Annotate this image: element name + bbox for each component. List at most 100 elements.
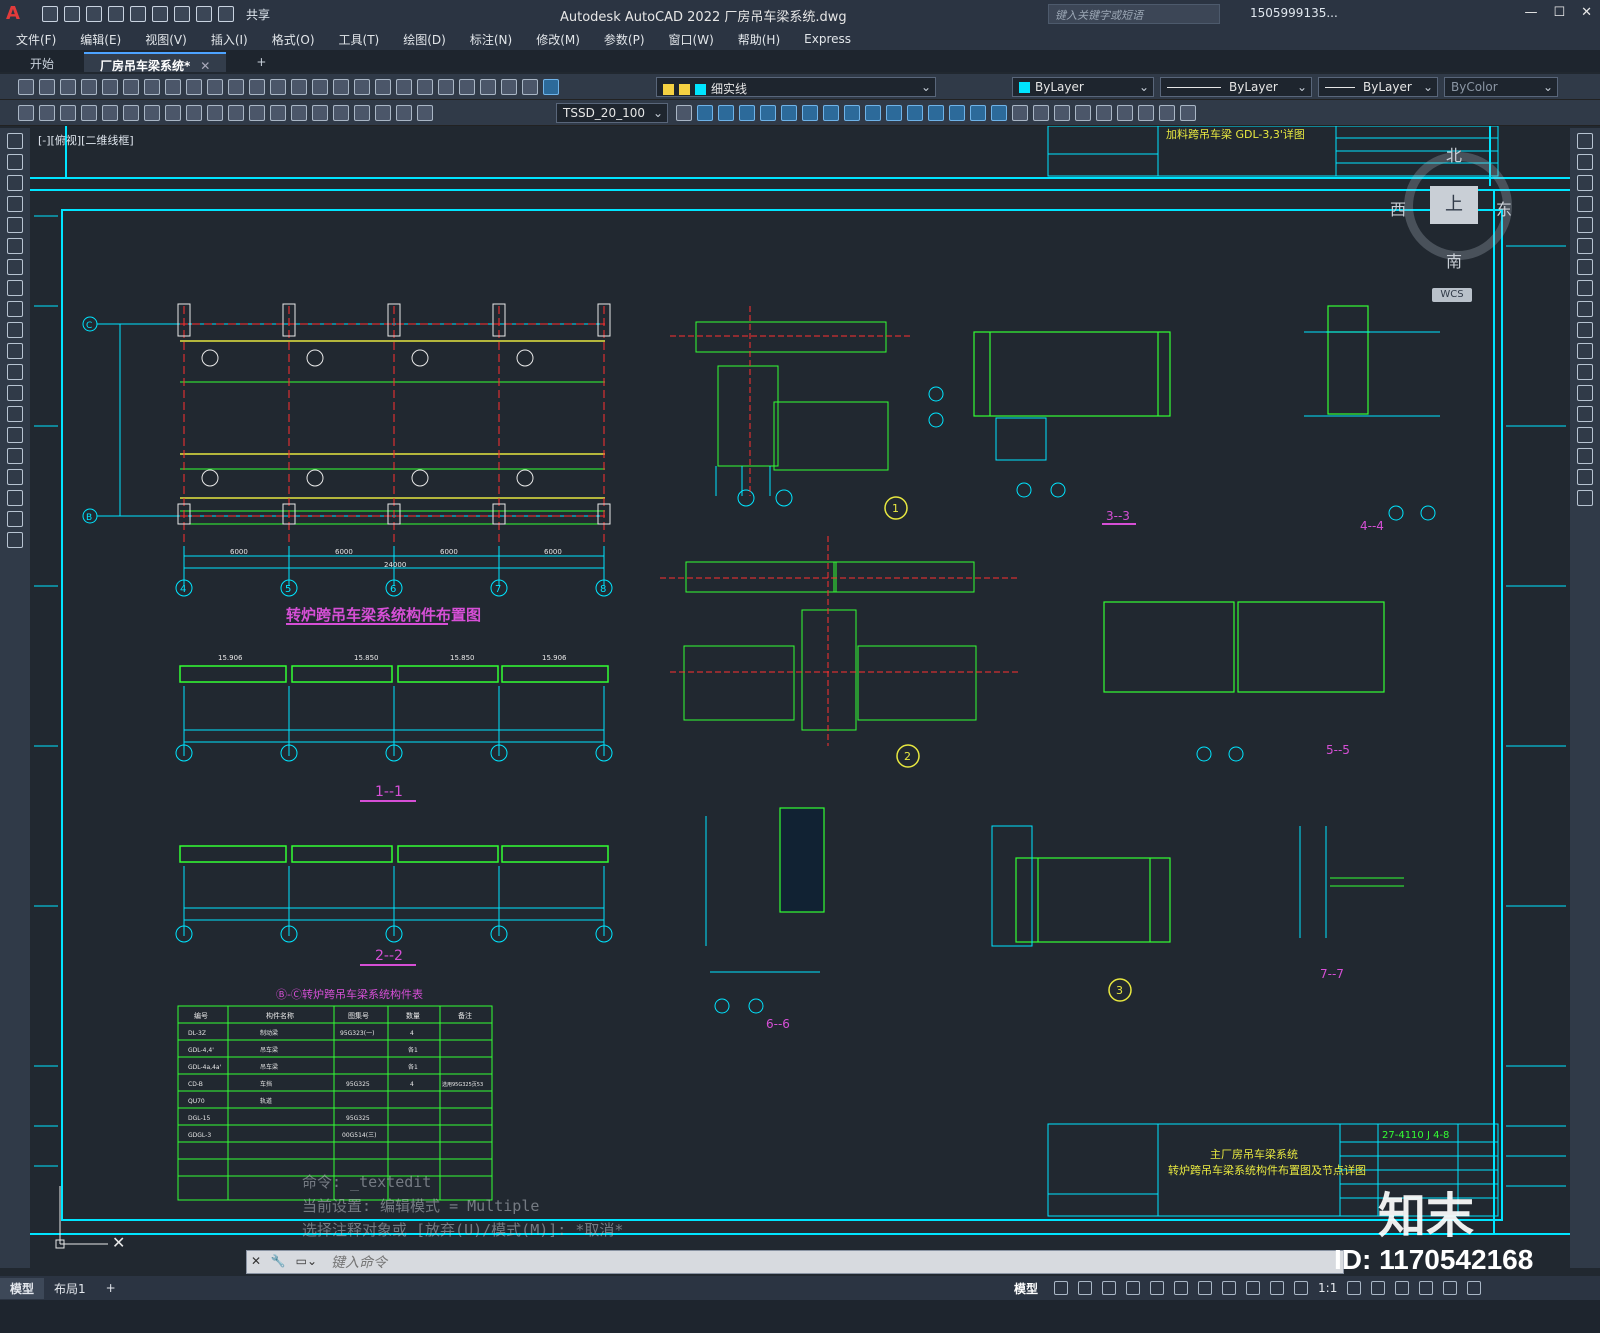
insert-block-icon[interactable] [7, 364, 23, 380]
group-select-icon[interactable] [1180, 105, 1196, 121]
ungroup-icon[interactable] [1138, 105, 1154, 121]
tab-start[interactable]: 开始 [14, 52, 70, 72]
paste-icon[interactable] [207, 78, 223, 95]
dim-update-icon[interactable] [417, 104, 433, 121]
cut-icon[interactable] [165, 78, 181, 95]
mirror-icon[interactable] [1577, 175, 1593, 191]
new-icon[interactable] [18, 78, 34, 95]
bring-front-icon[interactable] [1033, 105, 1049, 121]
move-icon[interactable] [781, 105, 797, 121]
draw-order-icon[interactable] [1012, 105, 1028, 121]
units-icon[interactable] [1395, 1281, 1410, 1295]
compass-west[interactable]: 西 [1390, 196, 1406, 220]
search-input[interactable]: 键入关键字或短语 [1048, 4, 1220, 24]
move-icon[interactable] [1577, 238, 1593, 254]
customize-menu-icon[interactable] [1467, 1281, 1482, 1295]
save-as-icon[interactable] [108, 6, 124, 22]
fillet-icon[interactable] [1577, 448, 1593, 464]
gradient-icon[interactable] [7, 448, 23, 464]
minimize-icon[interactable]: — [1524, 5, 1537, 20]
auto-scale-icon[interactable] [1294, 1281, 1309, 1295]
share-button[interactable]: 共享 [246, 6, 270, 23]
jogged-icon[interactable] [123, 104, 139, 121]
close-tab-icon[interactable]: ✕ [200, 59, 210, 73]
polar-icon[interactable] [1126, 1281, 1141, 1295]
pan-icon[interactable] [312, 78, 328, 95]
block-editor-icon[interactable] [249, 78, 265, 95]
snap-icon[interactable] [1078, 1281, 1093, 1295]
workspace-gear-icon[interactable] [1347, 1281, 1362, 1295]
menu-format[interactable]: 格式(O) [272, 31, 315, 48]
clean-screen-icon[interactable] [1443, 1281, 1458, 1295]
publish-icon[interactable] [123, 78, 139, 95]
center-mark-icon[interactable] [312, 104, 328, 121]
ortho-icon[interactable] [1102, 1281, 1117, 1295]
command-input[interactable] [331, 1253, 1291, 1271]
print-icon[interactable] [81, 78, 97, 95]
redo-icon[interactable] [291, 78, 307, 95]
menu-express[interactable]: Express [804, 32, 851, 46]
add-selected-icon[interactable] [7, 532, 23, 548]
linetype-dropdown[interactable]: ByLayer ⌄ [1160, 77, 1312, 97]
tolerance-icon[interactable] [291, 104, 307, 121]
chamfer-icon[interactable] [1577, 427, 1593, 443]
continue-icon[interactable] [228, 104, 244, 121]
viewcube[interactable]: 上 北 南 东 西 WCS [1390, 142, 1514, 302]
copy-object-icon[interactable] [697, 105, 713, 121]
tool-palettes-icon[interactable] [438, 78, 454, 95]
dim-space-icon[interactable] [249, 104, 265, 121]
trim-icon[interactable] [865, 105, 881, 121]
menu-window[interactable]: 窗口(W) [669, 31, 714, 48]
viewport-controls[interactable]: [-][俯视][二维线框] [38, 132, 134, 148]
lineweight-dropdown[interactable]: ByLayer ⌄ [1318, 77, 1438, 97]
trim-icon[interactable] [1577, 322, 1593, 338]
layer-dropdown[interactable]: 细实线 ⌄ [656, 77, 936, 97]
join-icon[interactable] [1577, 406, 1593, 422]
user-account[interactable]: 1505999135... [1250, 6, 1338, 20]
spline-icon[interactable] [7, 301, 23, 317]
angular-icon[interactable] [165, 104, 181, 121]
preview-icon[interactable] [102, 78, 118, 95]
ellipse-arc-icon[interactable] [7, 343, 23, 359]
send-back-icon[interactable] [1054, 105, 1070, 121]
transparency-icon[interactable] [1246, 1281, 1261, 1295]
menu-dimension[interactable]: 标注(N) [470, 31, 512, 48]
compass-north[interactable]: 北 [1446, 142, 1462, 166]
copy-icon[interactable] [186, 78, 202, 95]
model-space-toggle[interactable]: 模型 [1014, 1280, 1038, 1297]
tab-drawing[interactable]: 厂房吊车梁系统* ✕ [84, 52, 227, 73]
group-icon[interactable] [1117, 105, 1133, 121]
dimstyle-dropdown[interactable]: TSSD_20_100 ⌄ [556, 103, 668, 123]
explode-icon[interactable] [1577, 490, 1593, 506]
make-block-icon[interactable] [7, 385, 23, 401]
hatch-back-icon[interactable] [1096, 105, 1112, 121]
mtext-icon[interactable] [7, 511, 23, 527]
tab-layout1[interactable]: 布局1 [44, 1278, 96, 1299]
arc-length-icon[interactable] [60, 104, 76, 121]
object-snap-icon[interactable] [1198, 1281, 1213, 1295]
new-file-icon[interactable] [42, 6, 58, 22]
tab-model[interactable]: 模型 [0, 1277, 45, 1299]
polygon-icon[interactable] [7, 196, 23, 212]
offset-icon[interactable] [739, 105, 755, 121]
3d-dwf-icon[interactable] [144, 78, 160, 95]
linear-dim-icon[interactable] [18, 104, 34, 121]
calculator-icon[interactable] [501, 78, 517, 95]
undo-icon[interactable] [196, 6, 212, 22]
array-icon[interactable] [760, 105, 776, 121]
viewcube-top-face[interactable]: 上 [1430, 186, 1478, 224]
plus-icon[interactable] [1371, 1281, 1386, 1295]
isodraft-icon[interactable] [1150, 1281, 1165, 1295]
design-center-icon[interactable] [417, 78, 433, 95]
dim-break-icon[interactable] [270, 104, 286, 121]
grid-icon[interactable] [1054, 1281, 1069, 1295]
menu-modify[interactable]: 修改(M) [536, 31, 580, 48]
circle-icon[interactable] [7, 259, 23, 275]
compass-east[interactable]: 东 [1496, 196, 1512, 220]
inspection-icon[interactable] [333, 104, 349, 121]
menu-file[interactable]: 文件(F) [16, 31, 56, 48]
menu-draw[interactable]: 绘图(D) [403, 31, 446, 48]
properties-icon[interactable] [396, 78, 412, 95]
close-icon[interactable]: ✕ [1581, 5, 1592, 20]
zoom-previous-icon[interactable] [375, 78, 391, 95]
